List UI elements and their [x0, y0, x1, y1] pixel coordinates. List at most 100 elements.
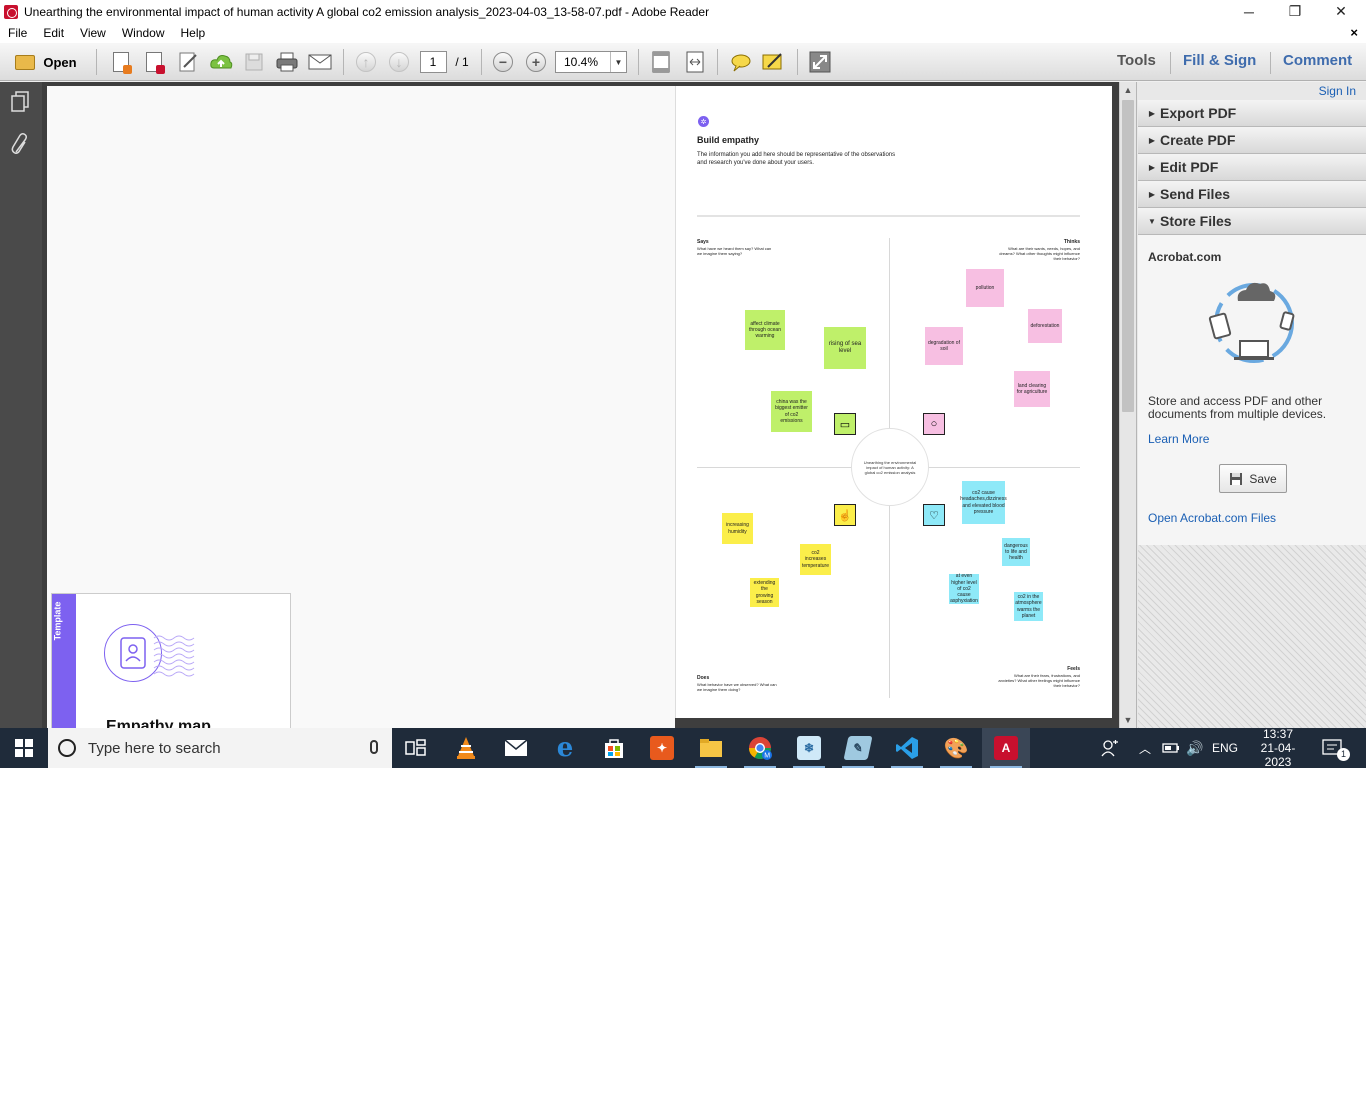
highlight-button[interactable] — [761, 50, 785, 74]
export-pdf-button[interactable] — [142, 50, 166, 74]
task-view-button[interactable] — [392, 728, 440, 768]
open-button[interactable]: Open — [10, 50, 82, 74]
close-button[interactable]: ✕ — [1318, 0, 1364, 23]
start-button[interactable] — [0, 728, 48, 768]
next-page-button[interactable]: ↓ — [388, 50, 410, 74]
restore-button[interactable]: ❐ — [1272, 0, 1318, 23]
page-number-value[interactable]: 1 — [419, 51, 447, 73]
save-file-button[interactable] — [242, 50, 266, 74]
edit-pdf-button[interactable] — [176, 50, 200, 74]
taskbar-snipping-tool[interactable]: ❄ — [785, 728, 833, 768]
palette-icon: 🎨 — [943, 737, 969, 760]
taskbar-store[interactable] — [590, 728, 638, 768]
panel-send-files[interactable]: ▶ Send Files — [1138, 181, 1366, 208]
people-icon[interactable] — [1101, 728, 1119, 768]
tab-fill-sign[interactable]: Fill & Sign — [1183, 52, 1256, 69]
taskbar-edge[interactable]: e — [541, 728, 589, 768]
quadrant-feels-title: Feels — [1067, 666, 1080, 672]
plus-icon: + — [526, 52, 546, 72]
sticky-note-feels-3[interactable]: at even higher level of co2 cause asphyx… — [949, 573, 979, 604]
sticky-note-does-2[interactable]: co2 increases temperature — [800, 544, 831, 575]
sticky-note-feels-4[interactable]: co2 in the atmosphere warms the planet — [1014, 592, 1043, 621]
menu-edit[interactable]: Edit — [35, 26, 72, 40]
menu-help[interactable]: Help — [173, 26, 214, 40]
sticky-note-thinks-1[interactable]: pollution — [966, 269, 1004, 307]
sticky-note-feels-2[interactable]: dangerous to life and health — [1002, 538, 1030, 566]
panel-export-pdf[interactable]: ▶ Export PDF — [1138, 100, 1366, 127]
page-thumbnails-icon[interactable] — [9, 90, 31, 114]
panel-store-files[interactable]: ▼ Store Files — [1138, 208, 1366, 235]
panel-create-pdf[interactable]: ▶ Create PDF — [1138, 127, 1366, 154]
sticky-note-does-1[interactable]: increasing humidity — [722, 513, 753, 544]
arrow-down-icon: ↓ — [389, 52, 409, 72]
page-heading: Build empathy — [697, 135, 760, 145]
tab-comment[interactable]: Comment — [1283, 52, 1352, 69]
zoom-in-button[interactable]: + — [525, 50, 547, 74]
cortana-circle-icon — [58, 739, 76, 757]
page-gap — [675, 718, 1112, 728]
email-button[interactable] — [307, 50, 333, 74]
taskbar-paint[interactable]: 🎨 — [932, 728, 980, 768]
vertical-scrollbar[interactable]: ▲ ▼ — [1119, 82, 1136, 728]
add-comment-button[interactable] — [729, 50, 753, 74]
fit-page-button[interactable] — [649, 50, 673, 74]
scroll-up-arrow-icon[interactable]: ▲ — [1120, 82, 1136, 98]
open-acrobat-files-link[interactable]: Open Acrobat.com Files — [1148, 511, 1276, 525]
attachments-paperclip-icon[interactable] — [9, 132, 31, 156]
minimize-button[interactable]: ─ — [1226, 0, 1272, 23]
page-number-field[interactable]: 1 — [419, 50, 447, 74]
document-view[interactable]: Template Empathy map ✲ Build empathy The… — [42, 82, 1136, 728]
menu-view[interactable]: View — [72, 26, 114, 40]
menu-window[interactable]: Window — [114, 26, 173, 40]
fit-width-button[interactable] — [683, 50, 707, 74]
sticky-note-says-2[interactable]: rising of sea level — [824, 327, 866, 369]
clock[interactable]: 13:37 21-04-2023 — [1248, 727, 1308, 768]
sticky-note-feels-1[interactable]: co2 cause headaches,dizziness and elevat… — [960, 481, 1007, 524]
minus-icon: − — [493, 52, 513, 72]
taskbar-chrome[interactable]: M — [736, 728, 784, 768]
taskbar-game-app[interactable]: ✦ — [638, 728, 686, 768]
taskbar-notes[interactable]: ✎ — [834, 728, 882, 768]
taskbar-search-box[interactable]: Type here to search — [48, 728, 392, 768]
menu-file[interactable]: File — [0, 26, 35, 40]
battery-icon[interactable] — [1162, 728, 1180, 768]
action-center-button[interactable]: 1 — [1322, 728, 1357, 768]
taskbar-adobe-reader[interactable]: A — [982, 728, 1030, 768]
taskbar-file-explorer[interactable] — [687, 728, 735, 768]
zoom-select[interactable]: 10.4% ▼ — [555, 50, 627, 74]
page-intro: The information you add here should be r… — [697, 152, 896, 166]
microphone-icon[interactable] — [370, 740, 378, 754]
sign-in-link[interactable]: Sign In — [1319, 84, 1356, 98]
print-button[interactable] — [274, 50, 300, 74]
taskbar-vscode[interactable] — [883, 728, 931, 768]
taskbar-vlc[interactable] — [442, 728, 490, 768]
previous-page-button[interactable]: ↑ — [355, 50, 377, 74]
panel-edit-pdf[interactable]: ▶ Edit PDF — [1138, 154, 1366, 181]
floppy-icon — [245, 53, 263, 71]
chevron-down-icon[interactable]: ▼ — [610, 52, 626, 72]
quadrant-says-title: Says — [697, 239, 709, 245]
upload-button[interactable] — [209, 50, 233, 74]
scrollbar-thumb[interactable] — [1122, 100, 1134, 412]
tab-tools[interactable]: Tools — [1117, 52, 1156, 69]
taskbar-mail[interactable] — [492, 728, 540, 768]
full-screen-button[interactable] — [808, 50, 832, 74]
sticky-note-does-3[interactable]: extending the growing season — [750, 578, 779, 607]
close-document-button[interactable]: × — [1350, 25, 1358, 40]
sticky-note-thinks-4[interactable]: land clearing for agriculture — [1014, 371, 1050, 407]
task-view-icon — [405, 739, 426, 756]
sticky-note-thinks-3[interactable]: degradation of soil — [925, 327, 963, 365]
scroll-down-arrow-icon[interactable]: ▼ — [1120, 712, 1136, 728]
sticky-note-says-3[interactable]: china was the biggest emitter of co2 emi… — [771, 391, 812, 432]
chevron-up-icon[interactable]: ︿ — [1139, 728, 1151, 768]
tab-separator — [1270, 52, 1271, 74]
create-pdf-button[interactable] — [109, 50, 133, 74]
volume-icon[interactable]: 🔊 — [1186, 728, 1203, 768]
save-to-acrobat-button[interactable]: Save — [1219, 464, 1287, 493]
sticky-note-thinks-2[interactable]: deforestation — [1028, 309, 1062, 343]
zoom-out-button[interactable]: − — [492, 50, 514, 74]
input-language[interactable]: ENG — [1212, 728, 1238, 768]
sticky-note-says-1[interactable]: affect climate through ocean warming — [745, 310, 785, 350]
learn-more-link[interactable]: Learn More — [1148, 432, 1209, 446]
zoom-value[interactable]: 10.4% — [556, 55, 610, 69]
